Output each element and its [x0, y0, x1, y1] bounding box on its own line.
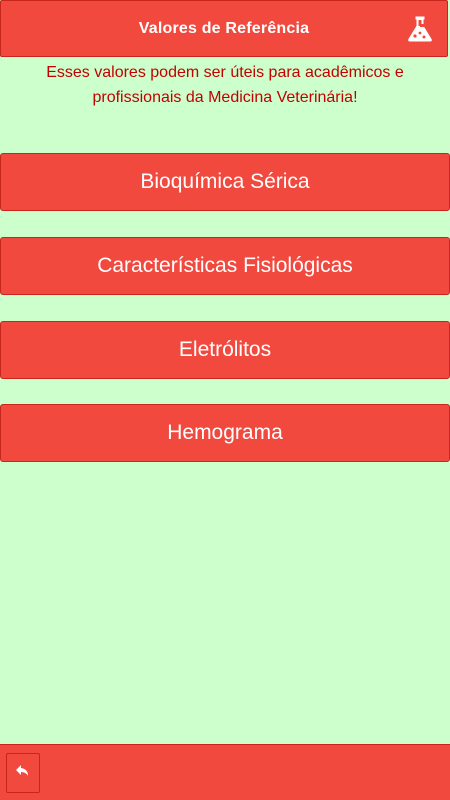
menu-button-hemograma[interactable]: Hemograma: [0, 404, 450, 462]
menu-button-label: Hemograma: [167, 421, 283, 444]
back-button[interactable]: [6, 753, 40, 793]
header-title: Valores de Referência: [138, 19, 310, 37]
app-header: Valores de Referência: [0, 0, 448, 57]
menu-button-eletrolitos[interactable]: Eletrólitos: [0, 321, 450, 379]
lab-flask-icon[interactable]: [407, 15, 433, 43]
screen: Valores de Referência Esses valores pode…: [0, 0, 450, 800]
back-arrow-icon: [15, 764, 31, 783]
menu-button-caracteristicas-fisiologicas[interactable]: Características Fisiológicas: [0, 237, 450, 295]
menu-button-bioquimica-serica[interactable]: Bioquímica Sérica: [0, 153, 450, 211]
menu-button-label: Eletrólitos: [178, 338, 272, 361]
menu-button-label: Características Fisiológicas: [97, 254, 353, 277]
menu-button-label: Bioquímica Sérica: [140, 170, 310, 193]
footer-bar: [0, 744, 450, 800]
intro-text: Esses valores podem ser úteis para acadê…: [46, 64, 404, 106]
